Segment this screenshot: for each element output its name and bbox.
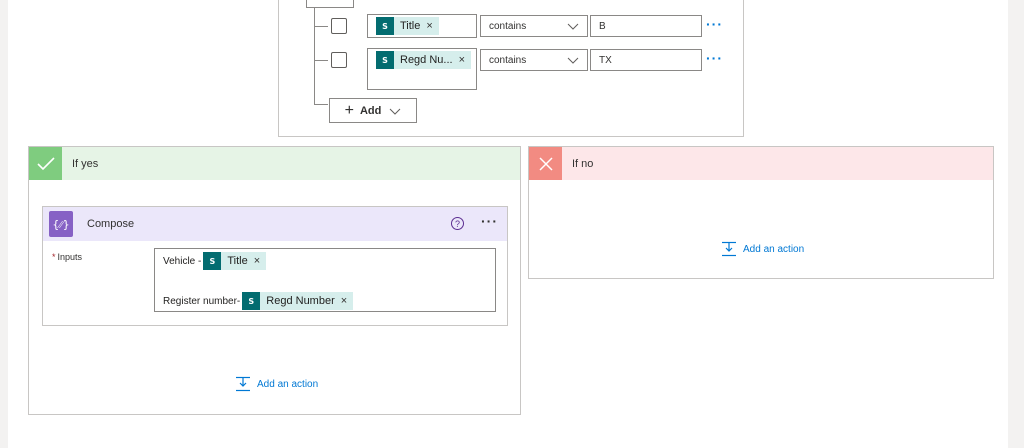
inputs-line: Register number- S Regd Number × <box>163 292 354 310</box>
add-button-label: Add <box>359 104 382 117</box>
add-condition-button[interactable]: + Add <box>329 98 417 123</box>
more-options-icon[interactable]: ··· <box>481 213 498 229</box>
token-remove-icon[interactable]: × <box>459 54 465 66</box>
add-action-label: Add an action <box>257 378 319 390</box>
register-prefix-text: Register number- <box>163 295 241 307</box>
vehicle-prefix-text: Vehicle - <box>163 255 202 267</box>
operator-value: contains <box>489 54 527 66</box>
if-yes-header[interactable]: If yes <box>29 147 520 180</box>
checkmark-icon <box>29 147 62 180</box>
add-action-no[interactable]: Add an action <box>721 241 804 257</box>
operator-dropdown[interactable]: contains <box>480 15 588 37</box>
sharepoint-icon: S <box>203 252 222 270</box>
condition-tree-branch <box>314 26 328 27</box>
more-options-icon[interactable]: ··· <box>706 50 723 66</box>
if-yes-title: If yes <box>72 157 99 170</box>
condition-left-operand[interactable]: S Title × <box>367 14 477 38</box>
operator-dropdown[interactable]: contains <box>480 49 588 71</box>
more-options-icon[interactable]: ··· <box>706 16 723 32</box>
condition-left-operand[interactable]: S Regd Nu... × <box>367 48 477 90</box>
compose-header[interactable]: {⁄⁄} Compose ? ··· <box>43 207 507 241</box>
if-no-header[interactable]: If no <box>529 147 993 180</box>
token-remove-icon[interactable]: × <box>254 255 260 267</box>
condition-tree-branch <box>314 104 328 105</box>
token-remove-icon[interactable]: × <box>341 295 347 307</box>
add-action-icon <box>722 241 736 257</box>
inputs-line: Vehicle - S Title × <box>163 252 267 270</box>
if-no-branch: If no <box>528 146 994 279</box>
dynamic-token[interactable]: S Title × <box>203 252 267 270</box>
condition-tree-line <box>314 8 315 104</box>
sharepoint-icon: S <box>242 292 261 310</box>
dynamic-token[interactable]: S Regd Number × <box>242 292 354 310</box>
token-label: Title <box>400 20 421 32</box>
condition-tree-branch <box>314 60 328 61</box>
help-icon[interactable]: ? <box>451 217 464 230</box>
close-icon <box>529 147 562 180</box>
add-action-icon <box>236 376 250 392</box>
add-action-yes[interactable]: Add an action <box>235 376 318 392</box>
condition-right-value-input[interactable]: B <box>590 15 702 37</box>
value-text: TX <box>599 54 612 66</box>
condition-row-checkbox[interactable] <box>331 18 347 34</box>
inputs-label: * Inputs <box>52 252 82 262</box>
token-label: Regd Nu... <box>400 54 453 66</box>
chevron-down-icon <box>567 23 579 30</box>
token-label: Title <box>227 255 248 267</box>
token-remove-icon[interactable]: × <box>426 20 432 32</box>
chevron-down-icon <box>567 57 579 64</box>
operator-value: contains <box>489 20 527 32</box>
value-text: B <box>599 20 606 32</box>
inputs-label-text: Inputs <box>57 252 83 262</box>
inputs-field[interactable]: Vehicle - S Title × Register number- S R… <box>154 248 496 312</box>
compose-title: Compose <box>87 218 135 230</box>
dynamic-token[interactable]: S Title × <box>376 17 439 35</box>
dynamic-token[interactable]: S Regd Nu... × <box>376 51 472 69</box>
compose-icon: {⁄⁄} <box>49 211 73 237</box>
token-label: Regd Number <box>266 295 335 307</box>
condition-right-value-input[interactable]: TX <box>590 49 702 71</box>
chevron-down-icon <box>390 108 401 115</box>
if-no-title: If no <box>572 157 594 170</box>
sharepoint-icon: S <box>376 51 394 69</box>
condition-row-checkbox[interactable] <box>331 52 347 68</box>
add-action-label: Add an action <box>743 243 805 255</box>
plus-icon: + <box>344 101 354 119</box>
required-marker: * <box>52 252 56 262</box>
and-group-selector[interactable] <box>306 0 354 8</box>
sharepoint-icon: S <box>376 17 394 35</box>
